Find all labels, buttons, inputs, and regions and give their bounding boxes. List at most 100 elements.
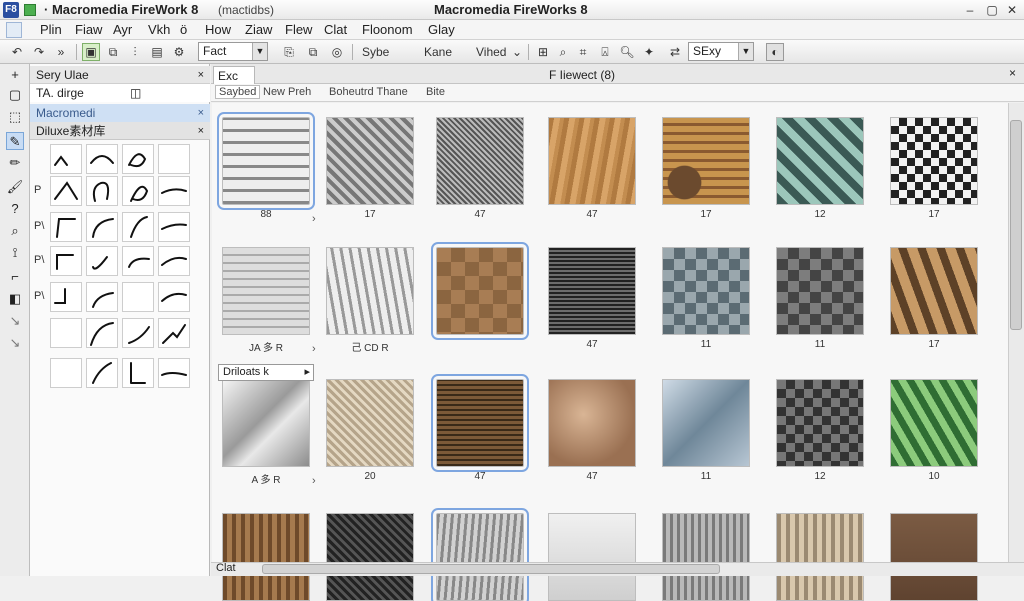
brush-swatch[interactable] (50, 246, 82, 276)
texture-thumbnail-wood-frame[interactable] (431, 374, 529, 472)
minimize-button[interactable]: – (962, 2, 978, 18)
brush-swatch[interactable] (50, 318, 82, 348)
menu-item[interactable]: How (205, 22, 231, 37)
brush-swatch[interactable] (122, 246, 154, 276)
menu-item[interactable]: Plin (40, 22, 62, 37)
brush-swatch[interactable] (86, 212, 118, 242)
chevron-right-icon[interactable]: › (312, 213, 316, 225)
globe-icon[interactable]: ◎ (328, 43, 346, 61)
brush-swatch[interactable] (158, 318, 190, 348)
texture-thumbnail-plaid-gray[interactable] (662, 247, 750, 335)
folder-icon[interactable]: ◫ (130, 84, 141, 102)
close-button[interactable]: ✕ (1004, 2, 1020, 18)
texture-thumbnail-green-wave[interactable] (890, 379, 978, 467)
undo-icon[interactable]: ↶ (8, 43, 26, 61)
close-icon[interactable]: × (1009, 66, 1016, 80)
select-tool-icon[interactable]: ⬚ (6, 108, 24, 126)
panel-header[interactable]: Sery Ulae × (30, 66, 210, 84)
texture-thumbnail-brown-plain[interactable] (890, 513, 978, 601)
brush-swatch[interactable] (86, 358, 118, 388)
brush-swatch[interactable] (158, 246, 190, 276)
texture-thumbnail-steel-blue[interactable] (662, 379, 750, 467)
eyedropper-tool-icon[interactable]: ⟟ (6, 244, 24, 262)
menu-item[interactable]: Floonom (362, 22, 413, 37)
brush-swatch[interactable] (86, 144, 118, 174)
texture-thumbnail-metal-silver[interactable] (222, 379, 310, 467)
brush-swatch[interactable] (158, 358, 190, 388)
search-icon[interactable]: 🔍︎ (618, 43, 636, 61)
texture-thumbnail-mesh-dark[interactable] (548, 247, 636, 335)
nudge-tool-icon[interactable]: ↘ (6, 312, 24, 330)
brush-tool-icon[interactable]: 🖌︎ (6, 178, 24, 196)
paint-icon[interactable]: ✦ (640, 43, 658, 61)
brush-swatch[interactable] (122, 358, 154, 388)
document-tab[interactable]: Exc × (213, 66, 255, 101)
texture-thumbnail-wood-tan[interactable] (548, 117, 636, 205)
text-tool-icon[interactable]: ? (6, 200, 24, 218)
close-icon[interactable]: × (198, 104, 204, 122)
panel-section-selected[interactable]: Macromedi × (30, 104, 210, 122)
texture-thumbnail-cloth-light[interactable] (222, 247, 310, 335)
close-icon[interactable]: × (198, 122, 204, 140)
copy-icon[interactable]: ⎘ (280, 43, 298, 61)
style-select[interactable]: SExy ▼ (688, 42, 754, 61)
brush-swatch[interactable] (50, 358, 82, 388)
brush-swatch[interactable] (158, 144, 190, 174)
zoom-icon[interactable]: ⌕ (554, 43, 572, 61)
group-icon[interactable]: ⧉ (104, 43, 122, 61)
toolbar-label-2[interactable]: Kane (424, 45, 452, 59)
crop-icon[interactable]: ⌗ (574, 43, 592, 61)
texture-thumbnail-wood-grain[interactable] (222, 513, 310, 601)
system-menu-icon[interactable] (24, 4, 36, 16)
grid-icon[interactable]: ⊞ (534, 43, 552, 61)
menu-item[interactable]: Clat (324, 22, 347, 37)
arrow-icon[interactable]: ⇄ (666, 43, 684, 61)
preset-dropdown[interactable]: Driloats k ▸ (218, 364, 314, 381)
texture-thumbnail-wood-tiles[interactable] (431, 242, 529, 340)
pen-tool-icon[interactable]: ✎ (6, 132, 24, 150)
brush-swatch[interactable] (86, 282, 118, 312)
texture-thumbnail-check-bw[interactable] (890, 117, 978, 205)
panel-subheader[interactable]: TA. dirge ◫ (30, 84, 210, 102)
shape-tool-icon[interactable]: ▢ (6, 86, 24, 104)
layers-icon[interactable]: ▤ (148, 43, 166, 61)
brush-swatch[interactable] (86, 246, 118, 276)
tab-boheutrd[interactable]: Boheutrd Thane (329, 86, 408, 98)
brush-swatch[interactable] (50, 282, 82, 312)
hand-tool-icon[interactable]: ↘ (6, 334, 24, 352)
panel-library-header[interactable]: Diluxe素材库 × (30, 122, 210, 140)
horizontal-scroll-thumb[interactable] (262, 564, 720, 574)
brush-swatch[interactable] (158, 212, 190, 242)
texture-thumbnail-burlap[interactable] (326, 379, 414, 467)
layer-tool-icon[interactable]: ◧ (6, 290, 24, 308)
brush-swatch[interactable] (158, 282, 190, 312)
paste-icon[interactable]: ⧉ (304, 43, 322, 61)
brush-swatch[interactable] (50, 176, 82, 206)
texture-thumbnail-wood-diamond[interactable] (890, 247, 978, 335)
toolbar-label-3[interactable]: Vihed (476, 45, 506, 59)
tab-new-preh[interactable]: New Preh (263, 86, 311, 98)
add-tool-icon[interactable]: + (6, 66, 24, 84)
texture-thumbnail-teal-weave[interactable] (776, 117, 864, 205)
chevron-down-icon[interactable]: ⌄ (508, 43, 526, 61)
close-icon[interactable]: × (198, 66, 204, 84)
image-icon[interactable]: ▣ (82, 43, 100, 61)
brush-swatch[interactable] (122, 318, 154, 348)
crop-tool-icon[interactable]: ⌐ (6, 268, 24, 286)
texture-thumbnail-leather-brown[interactable] (548, 379, 636, 467)
brush-swatch[interactable] (122, 176, 154, 206)
vertical-scroll-thumb[interactable] (1010, 120, 1022, 330)
zoom-tool-icon[interactable]: ⌕ (6, 222, 24, 240)
texture-thumbnail-wood-mix[interactable] (662, 117, 750, 205)
redo-icon[interactable]: ↷ (30, 43, 48, 61)
brush-swatch[interactable] (122, 212, 154, 242)
brush-swatch[interactable] (50, 212, 82, 242)
brush-swatch[interactable] (122, 282, 154, 312)
menu-item[interactable]: Ziaw (245, 22, 272, 37)
brush-swatch[interactable] (86, 176, 118, 206)
select-icon[interactable]: ⍓ (596, 43, 614, 61)
brush-swatch[interactable] (50, 144, 82, 174)
menu-item[interactable]: ö (180, 22, 187, 37)
settings-icon[interactable]: ⚙ (170, 43, 188, 61)
texture-thumbnail-bark-gray[interactable] (431, 508, 529, 601)
